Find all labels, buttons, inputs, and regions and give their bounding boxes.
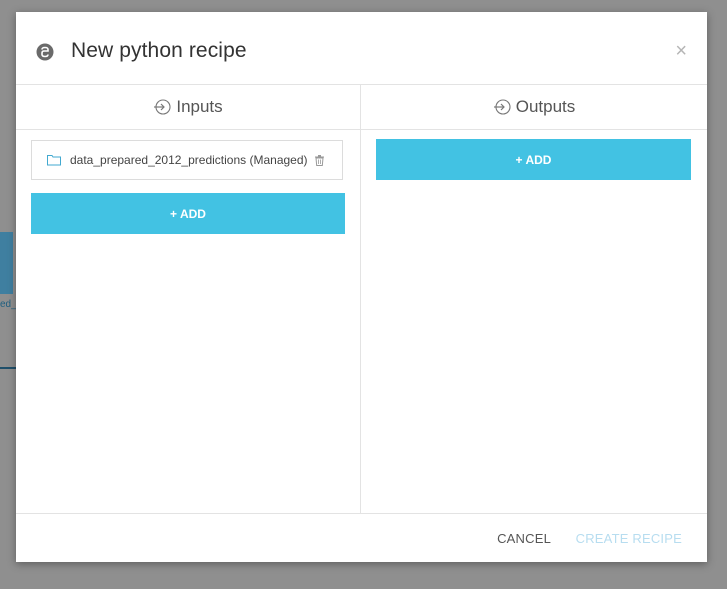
- flow-node-label: ed_: [0, 299, 17, 310]
- modal-footer: CANCEL CREATE RECIPE: [16, 513, 707, 562]
- cancel-button[interactable]: CANCEL: [497, 531, 551, 546]
- add-input-button[interactable]: + ADD: [31, 193, 345, 234]
- close-button[interactable]: ×: [675, 41, 687, 61]
- input-dataset-label: data_prepared_2012_predictions (Managed): [70, 153, 308, 167]
- folder-icon: [47, 155, 61, 166]
- outputs-heading: Outputs: [515, 97, 576, 116]
- modal-title: New python recipe: [71, 39, 247, 62]
- new-recipe-modal: New python recipe × Inputs data_prepared…: [16, 12, 707, 562]
- create-recipe-button[interactable]: CREATE RECIPE: [576, 531, 682, 546]
- add-output-button[interactable]: + ADD: [376, 139, 691, 180]
- input-arrow-icon: [154, 99, 171, 115]
- python-icon: [36, 43, 54, 61]
- outputs-header: Outputs: [361, 85, 707, 130]
- trash-icon[interactable]: [314, 154, 324, 166]
- modal-body: Inputs data_prepared_2012_predictions (M…: [16, 84, 707, 514]
- input-dataset-item[interactable]: data_prepared_2012_predictions (Managed): [31, 140, 343, 180]
- flow-edge: [0, 367, 16, 369]
- inputs-column: Inputs data_prepared_2012_predictions (M…: [16, 85, 361, 513]
- output-arrow-icon: [493, 99, 511, 115]
- inputs-heading: Inputs: [176, 97, 223, 116]
- flow-dataset-node[interactable]: [0, 232, 13, 294]
- modal-header: New python recipe ×: [16, 12, 707, 84]
- outputs-column: Outputs + ADD: [361, 85, 707, 513]
- inputs-header: Inputs: [16, 85, 360, 130]
